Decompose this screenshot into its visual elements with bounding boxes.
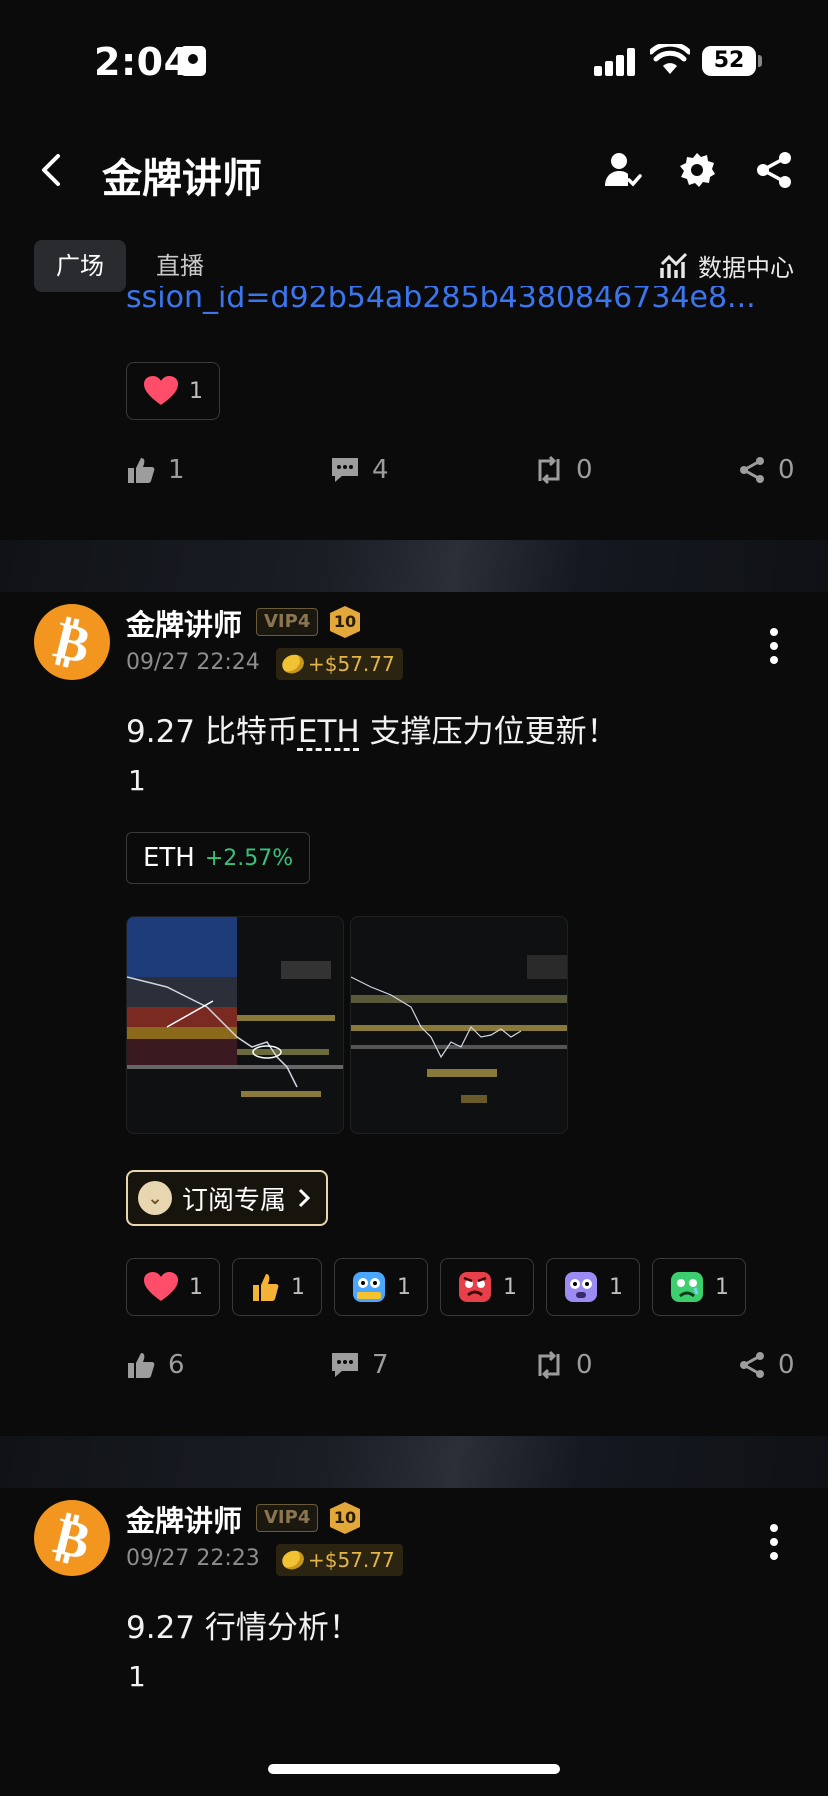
post-body: 1	[128, 1660, 146, 1693]
heart-icon	[144, 376, 178, 405]
home-indicator[interactable]	[268, 1764, 560, 1774]
more-options-icon[interactable]	[768, 1522, 780, 1562]
share-icon	[740, 457, 764, 483]
vip-badge: VIP4	[256, 608, 319, 636]
author-name[interactable]: 金牌讲师	[126, 602, 242, 644]
ticker-change: +2.57%	[204, 845, 294, 871]
avatar[interactable]: ₿	[34, 1500, 110, 1576]
post-time: 09/27 22:24	[126, 650, 260, 675]
post-body: 1	[128, 764, 146, 797]
status-bar: 2:04 52	[0, 0, 828, 120]
reaction-heart[interactable]: 1	[126, 1258, 220, 1316]
comment-button[interactable]: 7	[330, 1350, 389, 1380]
reaction-angry[interactable]: 1	[440, 1258, 534, 1316]
status-time: 2:04	[94, 40, 191, 84]
post-actions: 6 7 0 0	[126, 1350, 802, 1390]
earnings-badge: +$57.77	[276, 1544, 403, 1576]
signal-icon	[594, 48, 636, 76]
angry-emoji-icon	[459, 1272, 491, 1302]
header: 金牌讲师	[0, 130, 828, 210]
repost-button[interactable]: 0	[534, 1350, 593, 1380]
share-button[interactable]: 0	[738, 1350, 795, 1380]
share-icon[interactable]	[754, 150, 794, 190]
reaction-sad[interactable]: 1	[652, 1258, 746, 1316]
like-button[interactable]: 1	[126, 455, 185, 485]
share-button[interactable]: 0	[738, 455, 795, 485]
chart-image[interactable]	[350, 916, 568, 1134]
post-title[interactable]: 9.27 比特币ETH 支撑压力位更新！	[126, 706, 618, 751]
post-link[interactable]: ssion_id=d92b54ab285b4380846734e8...	[126, 286, 786, 318]
thumbs-up-icon	[128, 458, 155, 483]
shocked-emoji-icon	[565, 1272, 597, 1302]
reaction-list: 1 1 1 1 1 1	[126, 1258, 746, 1316]
vip-badge: VIP4	[256, 1504, 319, 1532]
chart-image[interactable]	[126, 916, 344, 1134]
post-title[interactable]: 9.27 行情分析！	[126, 1602, 360, 1647]
author-name[interactable]: 金牌讲师	[126, 1498, 242, 1540]
chevron-right-icon	[298, 1188, 311, 1208]
comment-icon	[332, 458, 358, 482]
battery-indicator: 52	[702, 46, 756, 76]
more-options-icon[interactable]	[768, 626, 780, 666]
post-divider	[0, 540, 828, 592]
wifi-icon	[650, 44, 690, 74]
subscribe-button[interactable]: ⌄ 订阅专属	[126, 1170, 329, 1226]
coin-icon	[279, 1547, 307, 1573]
post-time: 09/27 22:23	[126, 1546, 260, 1571]
avatar[interactable]: ₿	[34, 604, 110, 680]
tab-live[interactable]: 直播	[134, 240, 226, 292]
comment-icon	[332, 1353, 358, 1377]
chart-icon	[660, 252, 688, 278]
reaction-count: 1	[189, 378, 203, 404]
subscribe-label: 订阅专属	[182, 1185, 287, 1216]
chevron-badge-icon: ⌄	[138, 1181, 172, 1215]
gear-icon[interactable]	[677, 150, 717, 190]
level-badge: 10	[330, 606, 360, 638]
id-card-icon	[180, 46, 206, 76]
data-center-link[interactable]: 数据中心	[660, 248, 794, 283]
post-divider	[0, 1436, 828, 1488]
repost-icon	[538, 455, 560, 485]
page-title: 金牌讲师	[102, 156, 262, 202]
level-badge: 10	[330, 1502, 360, 1534]
battery-tip	[758, 55, 762, 67]
hodl-emoji-icon	[353, 1272, 385, 1302]
reaction-heart[interactable]: 1	[126, 362, 220, 420]
like-button[interactable]: 6	[126, 1350, 185, 1380]
coin-icon	[279, 651, 307, 677]
tab-square[interactable]: 广场	[34, 240, 126, 292]
comment-button[interactable]: 4	[330, 455, 389, 485]
reaction-thumbs[interactable]: 1	[232, 1258, 322, 1316]
reaction-shocked[interactable]: 1	[546, 1258, 640, 1316]
user-check-icon[interactable]	[602, 150, 642, 190]
sad-emoji-icon	[671, 1272, 703, 1302]
repost-icon	[538, 1350, 560, 1380]
earnings-badge: +$57.77	[276, 648, 403, 680]
thumbs-up-icon	[128, 1353, 155, 1378]
post-actions: 1 4 0 0	[126, 455, 802, 495]
repost-button[interactable]: 0	[534, 455, 593, 485]
reaction-hodl[interactable]: 1	[334, 1258, 428, 1316]
share-icon	[740, 1352, 764, 1378]
ticker-chip[interactable]: ETH +2.57%	[126, 832, 311, 884]
chevron-left-icon[interactable]	[34, 148, 70, 192]
thumbs-up-emoji-icon	[253, 1274, 279, 1301]
heart-icon	[144, 1272, 178, 1301]
ticker-link[interactable]: ETH	[298, 714, 360, 750]
data-center-label: 数据中心	[698, 254, 794, 282]
